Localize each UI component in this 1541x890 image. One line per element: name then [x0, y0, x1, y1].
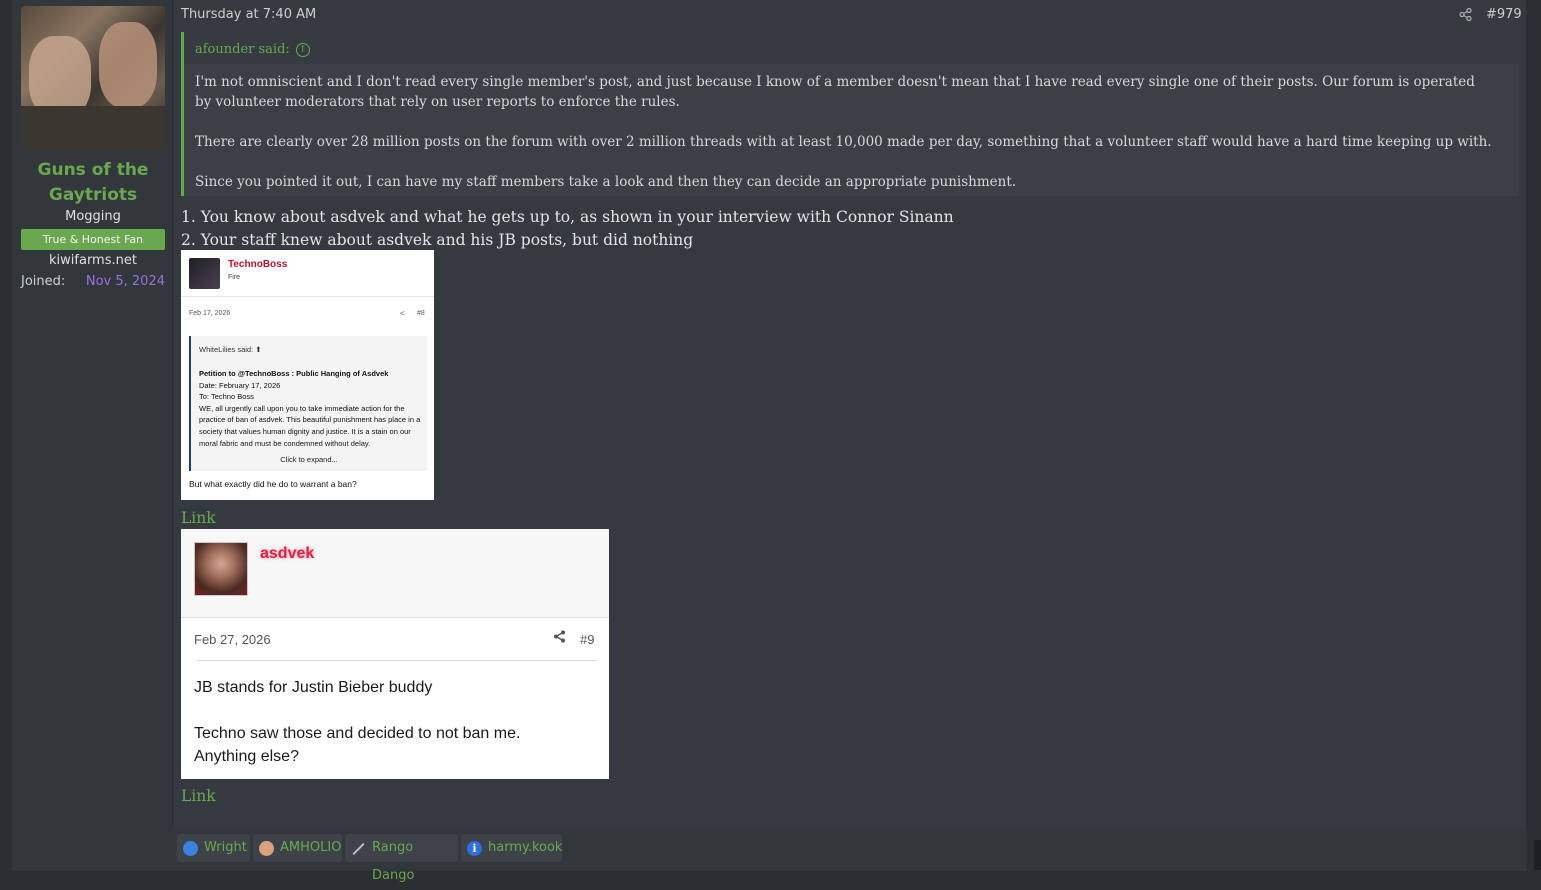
arrow-up-icon: ⬆	[255, 345, 262, 354]
joined-date: Nov 5, 2024	[85, 274, 165, 289]
quote-block: afounder said: ↑ I'm not omniscient and I…	[181, 32, 1519, 196]
screenshot-post-date: Feb 27, 2026	[194, 632, 271, 647]
embedded-screenshot-asdvek[interactable]: asdvek Feb 27, 2026 #9 JB stands for Jus…	[181, 529, 609, 779]
screenshot-post-number: #9	[580, 632, 595, 647]
avatar-figure-right	[99, 22, 157, 108]
petition-line: Date: February 17, 2026	[199, 380, 281, 390]
quote-body: I'm not omniscient and I don't read ever…	[195, 72, 1495, 212]
brush-icon	[351, 841, 366, 856]
post-text-line: 2. Your staff knew about asdvek and his …	[181, 231, 694, 249]
thumbs-up-icon	[183, 841, 198, 856]
asdvek-username: asdvek	[260, 545, 315, 562]
info-icon: i	[467, 841, 482, 856]
reaction-user[interactable]: AMHOLIO	[280, 840, 341, 855]
link[interactable]: Link	[181, 509, 216, 527]
quote-author-row[interactable]: afounder said: ↑	[195, 42, 310, 57]
quote-paragraph: Since you pointed it out, I can have my …	[195, 174, 1017, 190]
screenshot-post-text: Anything else?	[194, 748, 299, 765]
quote-paragraph: I'm not omniscient and I don't read ever…	[195, 74, 1475, 110]
user-title: Mogging	[65, 209, 121, 224]
share-icon	[553, 630, 566, 646]
post-date[interactable]: Thursday at 7:40 AM	[181, 7, 316, 22]
screenshot-post-text: JB stands for Justin Bieber buddy	[194, 679, 433, 696]
reaction-item[interactable]: i harmy.kook	[461, 834, 562, 862]
share-icon[interactable]	[1459, 7, 1472, 24]
face-icon	[259, 841, 274, 856]
embedded-screenshot-technoboss[interactable]: TechnoBoss Fire Feb 17, 2026 < #8 WhiteL…	[181, 250, 434, 500]
screenshot-quote: WhiteLilies said: ⬆ Petition to @TechnoB…	[189, 336, 427, 471]
divider	[197, 660, 597, 661]
technoboss-username: TechnoBoss	[228, 259, 288, 270]
reaction-item[interactable]: Rango Dango	[345, 834, 458, 883]
quote-paragraph: There are clearly over 28 million posts …	[195, 134, 1492, 150]
user-extra: kiwifarms.net	[49, 253, 137, 268]
scrollbar[interactable]	[1534, 840, 1541, 870]
reaction-user[interactable]: harmy.kook	[488, 840, 562, 855]
asdvek-avatar	[194, 542, 248, 596]
joined-label: Joined:	[21, 274, 66, 289]
screenshot-reply-text: But what exactly did he do to warrant a …	[189, 479, 357, 489]
screenshot-post-number: #8	[417, 310, 425, 317]
user-avatar[interactable]	[21, 6, 165, 150]
click-to-expand: Click to expand...	[280, 455, 338, 464]
reaction-item[interactable]: Wright	[177, 834, 250, 862]
technoboss-title: Fire	[228, 274, 241, 281]
post-text-line: 1. You know about asdvek and what he get…	[181, 208, 954, 226]
share-icon: <	[400, 309, 405, 318]
screenshot-post-text: Techno saw those and decided to not ban …	[194, 725, 521, 742]
reaction-user[interactable]: Wright	[204, 840, 247, 855]
petition-title: Petition to @TechnoBoss : Public Hanging…	[199, 369, 389, 378]
link[interactable]: Link	[181, 787, 216, 805]
quote-author[interactable]: afounder said:	[195, 42, 290, 57]
username[interactable]: Guns of the Gaytriots	[21, 158, 165, 208]
screenshot-quote-author: WhiteLilies said: ⬆	[199, 345, 262, 354]
reaction-item[interactable]: AMHOLIO	[253, 834, 342, 862]
post-number[interactable]: #979	[1486, 7, 1522, 22]
user-banner: True & Honest Fan	[21, 229, 165, 250]
divider	[181, 296, 434, 297]
petition-line: WE, all urgently call upon you to take i…	[199, 403, 421, 448]
screenshot-post-date: Feb 17, 2026	[189, 310, 231, 317]
avatar-clothing	[21, 106, 165, 150]
screenshot-quote-body: Petition to @TechnoBoss : Public Hanging…	[199, 368, 423, 449]
technoboss-avatar	[189, 258, 220, 289]
petition-line: To: Techno Boss	[199, 392, 254, 402]
quote-header: afounder said: ↑	[184, 32, 1519, 64]
jump-to-quote-icon[interactable]: ↑	[295, 43, 310, 57]
